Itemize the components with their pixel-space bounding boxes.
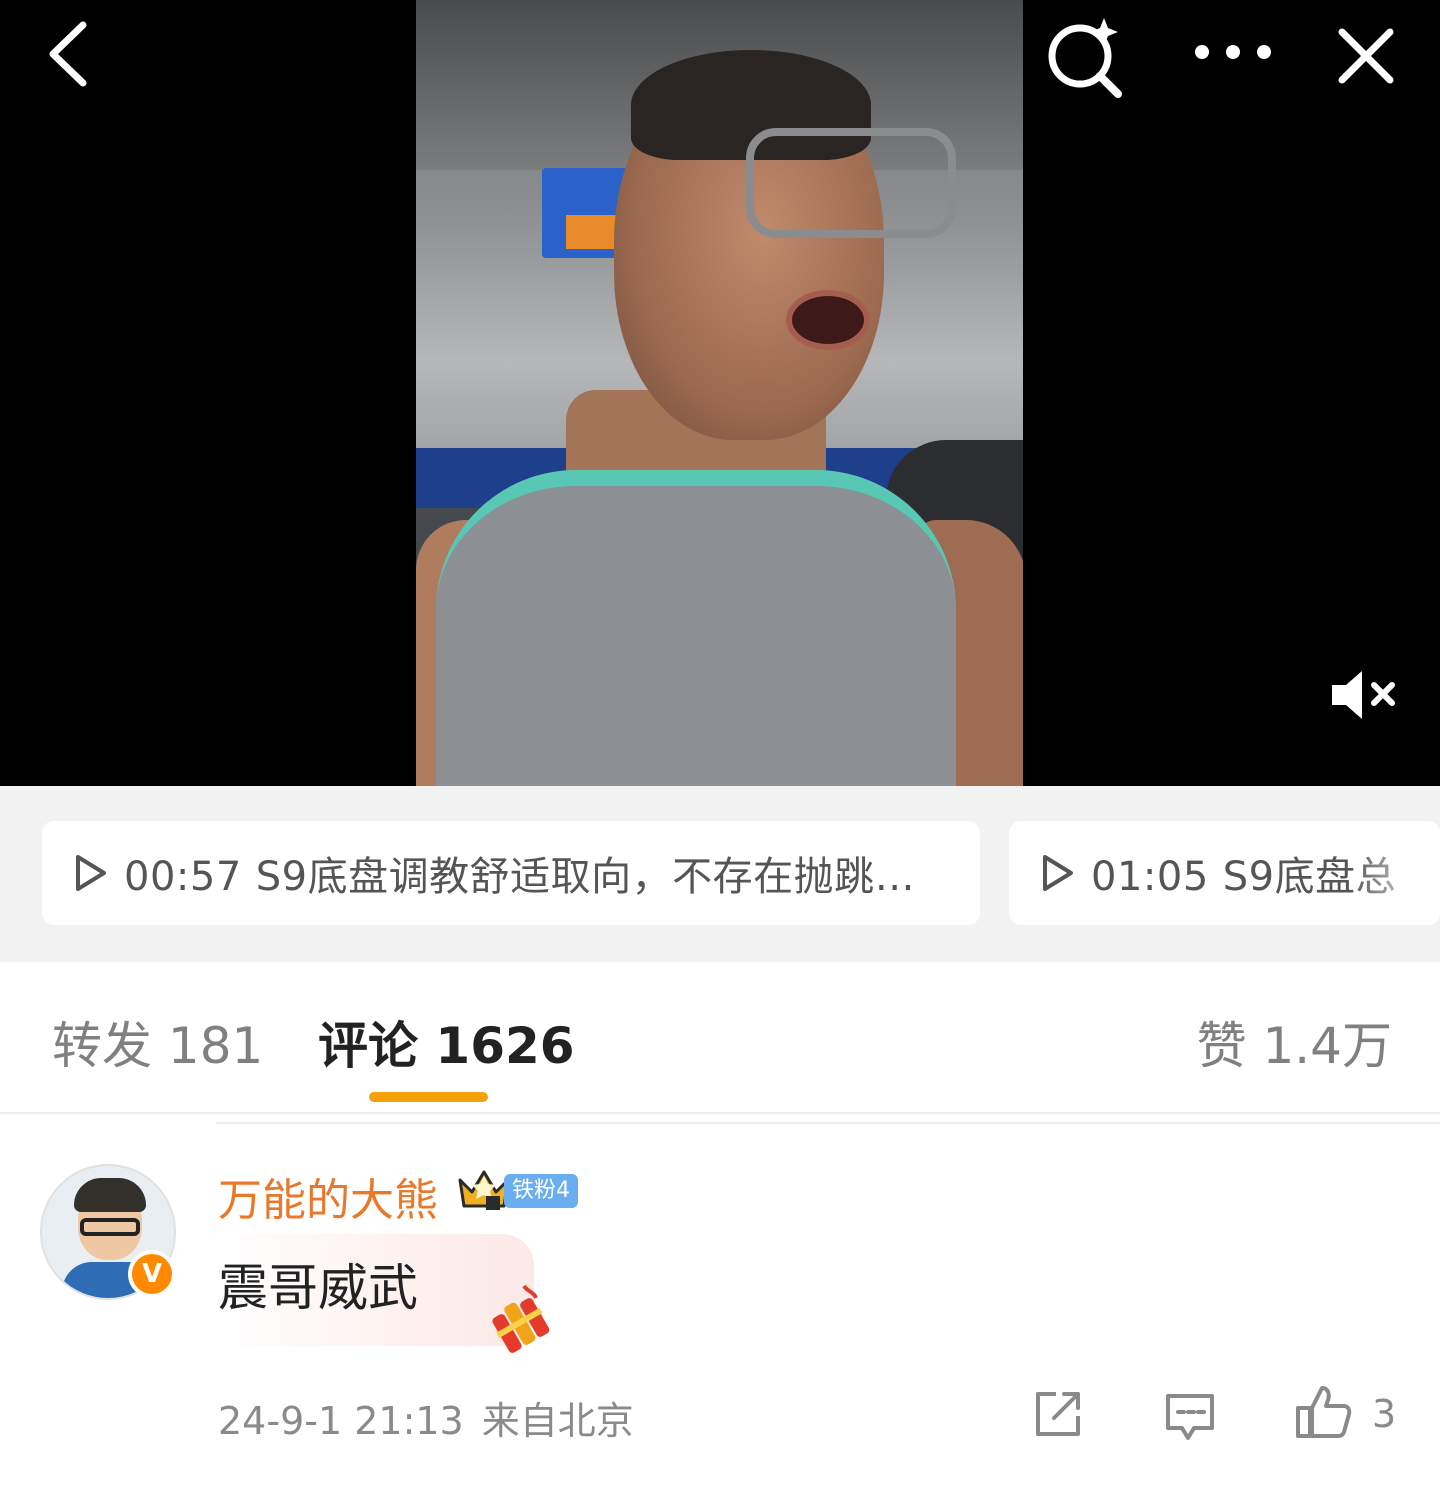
video-player[interactable] (0, 0, 1440, 786)
video-person-glasses (746, 128, 956, 238)
back-icon[interactable] (34, 14, 104, 94)
video-frame[interactable] (416, 0, 1023, 786)
tab-comment[interactable]: 评论 1626 (318, 1006, 575, 1078)
video-person-mouth (786, 290, 870, 350)
chapter-card[interactable]: 01:05 S9底盘总 (1009, 821, 1440, 925)
like-count: 3 (1372, 1392, 1397, 1436)
chapter-fade (1350, 821, 1440, 925)
avatar-glasses (80, 1218, 140, 1236)
divider (216, 1122, 1440, 1124)
chapter-time: 01:05 (1091, 854, 1209, 900)
more-icon[interactable] (1190, 22, 1276, 82)
play-icon (76, 855, 106, 891)
comment-reply-icon[interactable] (1162, 1388, 1218, 1444)
tab-repost[interactable]: 转发 181 (52, 1006, 263, 1078)
chapter-label: 00:57 S9底盘调教舒适取向，不存在抛跳… (124, 844, 915, 902)
thumbs-up-icon[interactable] (1294, 1382, 1354, 1442)
video-person-shirt (436, 470, 956, 786)
close-icon[interactable] (1328, 18, 1404, 94)
play-icon (1043, 855, 1073, 891)
fan-badge: 铁粉4 (504, 1174, 578, 1208)
chapter-card[interactable]: 00:57 S9底盘调教舒适取向，不存在抛跳… (42, 821, 980, 925)
chapter-title: S9底盘调教舒适取向，不存在抛跳… (255, 854, 916, 900)
comment-text: 震哥威武 (218, 1259, 418, 1317)
firecracker-icon (492, 1284, 550, 1353)
share-icon[interactable] (1030, 1386, 1086, 1442)
comment-location: 来自北京 (481, 1399, 634, 1443)
verified-badge: V (128, 1250, 176, 1298)
tab-like[interactable]: 赞 1.4万 (1197, 1006, 1392, 1078)
speaker-muted-icon[interactable] (1324, 660, 1404, 730)
search-icon[interactable] (1042, 12, 1128, 98)
comment-item: V 万能的大熊 铁粉4 震哥威武 24-9-1 21:13 来自北京 3 (0, 1114, 1440, 1491)
active-tab-indicator (369, 1092, 488, 1102)
engagement-tabs: 转发 181 评论 1626 赞 1.4万 (0, 962, 1440, 1114)
comment-timestamp: 24-9-1 21:13 (218, 1399, 464, 1443)
chapter-strip[interactable]: 00:57 S9底盘调教舒适取向，不存在抛跳… 01:05 S9底盘总 (0, 786, 1440, 962)
comment-meta: 24-9-1 21:13 来自北京 (218, 1390, 634, 1445)
comment-username[interactable]: 万能的大熊 (218, 1164, 438, 1228)
avatar-hair (74, 1178, 146, 1212)
chapter-time: 00:57 (124, 854, 242, 900)
